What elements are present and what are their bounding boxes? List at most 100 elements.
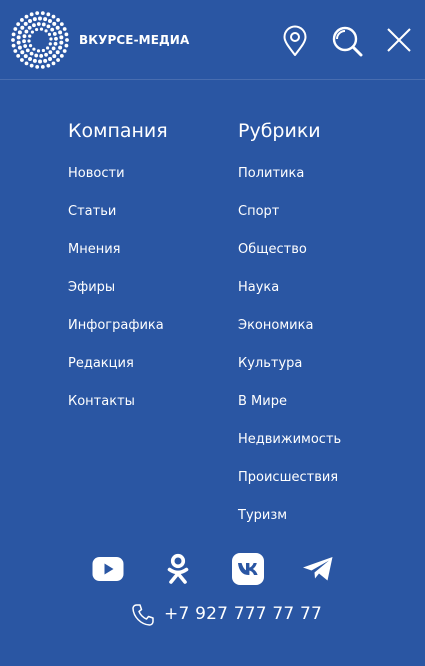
logo-dot	[64, 32, 69, 37]
logo-dot	[49, 37, 53, 41]
logo-dot	[39, 54, 44, 58]
logo-dot	[36, 49, 41, 53]
logo-dot	[16, 22, 21, 27]
logo-dot	[64, 43, 69, 48]
logo-dot	[65, 38, 69, 42]
logo-dot	[16, 35, 21, 40]
phone-number[interactable]: +7 927 777 77 77	[164, 604, 322, 624]
logo-dot	[38, 59, 43, 64]
menu-item-sport[interactable]: Спорт	[238, 203, 341, 241]
menu-item-contacts[interactable]: Контакты	[68, 393, 164, 431]
menu-item-politics[interactable]: Политика	[238, 165, 341, 203]
logo-dot	[22, 39, 26, 44]
menu-item-infographics[interactable]: Инфографика	[68, 317, 164, 355]
logo-dot	[17, 30, 22, 35]
logo-dot	[27, 18, 32, 23]
vk-icon	[232, 553, 264, 585]
logo-dot	[24, 61, 29, 66]
logo-dot	[29, 63, 34, 68]
logo-dot	[24, 29, 29, 34]
logo-dot	[28, 34, 32, 38]
menu-item-real-estate[interactable]: Недвижимость	[238, 431, 341, 469]
logo-dot	[47, 18, 52, 23]
map-pin-icon	[283, 25, 307, 56]
location-button[interactable]	[281, 25, 309, 57]
logo-dot	[46, 24, 51, 29]
logo-dot	[20, 25, 25, 30]
menu-item-opinions[interactable]: Мнения	[68, 241, 164, 279]
logo-dot	[40, 11, 45, 16]
logo-dot	[35, 27, 39, 32]
logo-dot	[20, 58, 24, 62]
search-button[interactable]	[331, 25, 363, 57]
telegram-link[interactable]	[302, 556, 334, 582]
logo-dot	[47, 32, 52, 36]
logo-dot	[59, 35, 64, 40]
menu-item-economy[interactable]: Экономика	[238, 317, 341, 355]
logo-dot	[44, 29, 48, 33]
logo-dot	[27, 39, 31, 43]
menu-item-articles[interactable]: Статьи	[68, 203, 164, 241]
logo-dot	[40, 64, 45, 69]
phone-icon	[132, 604, 154, 626]
logo-dot	[27, 25, 32, 30]
logo-dot	[13, 27, 18, 31]
logo-dot	[20, 50, 25, 55]
logo-dot	[16, 53, 21, 58]
menu-item-world[interactable]: В Мире	[238, 393, 341, 431]
logo-dot	[30, 30, 35, 34]
menu-item-news[interactable]: Новости	[68, 165, 164, 203]
menu-item-tourism[interactable]: Туризм	[238, 507, 341, 545]
logo-dot	[50, 27, 55, 32]
menu-item-editorial[interactable]: Редакция	[68, 355, 164, 393]
logo-dot	[32, 47, 36, 51]
menu-item-society[interactable]: Общество	[238, 241, 341, 279]
logo-dot	[11, 32, 16, 37]
logo-dot	[16, 40, 21, 45]
logo-dot	[32, 17, 37, 22]
logo-dot	[43, 17, 48, 22]
close-icon	[387, 28, 411, 52]
logo-dot	[41, 22, 46, 27]
logo-dot	[36, 22, 41, 26]
menu-item-science[interactable]: Наука	[238, 279, 341, 317]
logo-dot	[51, 61, 56, 66]
logo-dot	[55, 25, 60, 30]
logo-dot	[28, 57, 33, 62]
youtube-icon	[92, 557, 124, 581]
logo-dot	[51, 14, 56, 19]
logo-dot	[48, 57, 53, 62]
logo-dot	[20, 18, 24, 22]
logo-dot	[62, 27, 67, 31]
logo-dot	[25, 48, 30, 53]
rubrics-menu: Политика Спорт Общество Наука Экономика …	[238, 165, 341, 545]
logo-dot	[24, 14, 29, 19]
logo-dot	[11, 43, 16, 48]
logo-dot	[35, 11, 40, 16]
close-menu-button[interactable]	[385, 26, 413, 54]
header: ВКУРСЕ-МЕДИА	[0, 0, 425, 80]
logo-dot	[32, 58, 37, 63]
logo-dot	[52, 32, 57, 36]
logo-dot	[52, 21, 57, 26]
vk-link[interactable]	[232, 553, 264, 585]
logo-dot	[35, 64, 40, 69]
search-icon	[332, 26, 363, 57]
youtube-link[interactable]	[92, 556, 124, 582]
logo-dot	[41, 48, 45, 53]
menu-item-broadcasts[interactable]: Эфиры	[68, 279, 164, 317]
logo-dot	[37, 16, 42, 21]
logo-dot	[59, 53, 64, 58]
logo-dot	[23, 21, 28, 26]
brand-name[interactable]: ВКУРСЕ-МЕДИА	[79, 33, 189, 47]
logo-dot	[17, 45, 22, 50]
rubrics-heading: Рубрики	[238, 120, 321, 142]
logo-dot	[55, 50, 60, 55]
company-heading: Компания	[68, 120, 168, 142]
menu-item-culture[interactable]: Культура	[238, 355, 341, 393]
site-logo-icon[interactable]	[10, 10, 70, 70]
logo-dot	[59, 40, 64, 45]
logo-dot	[52, 54, 57, 59]
menu-item-incidents[interactable]: Происшествия	[238, 469, 341, 507]
odnoklassniki-link[interactable]	[166, 553, 190, 585]
